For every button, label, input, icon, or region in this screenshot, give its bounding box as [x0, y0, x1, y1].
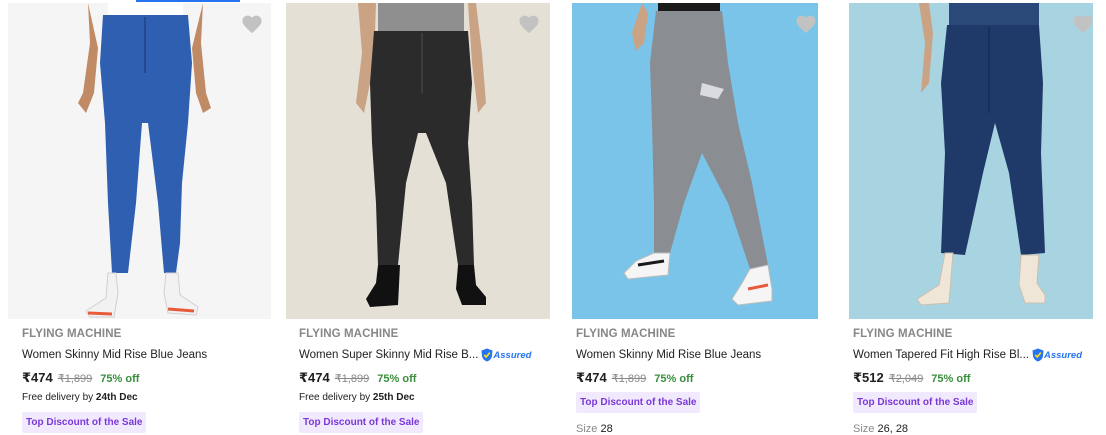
product-image[interactable]: [572, 3, 818, 319]
product-info: FLYING MACHINE Women Skinny Mid Rise Blu…: [576, 328, 831, 435]
product-title-text[interactable]: Women Super Skinny Mid Rise B...: [299, 349, 478, 361]
size-info: Size 28: [576, 423, 831, 435]
delivery-date: 24th Dec: [95, 392, 138, 403]
product-card[interactable]: FLYING MACHINE Women Skinny Mid Rise Blu…: [554, 0, 831, 435]
delivery-prefix: Free delivery by: [299, 392, 373, 403]
price-row: ₹474 ₹1,899 75% off: [299, 370, 554, 388]
selling-price: ₹474: [22, 370, 53, 385]
product-info: FLYING MACHINE Women Skinny Mid Rise Blu…: [22, 328, 277, 433]
brand-name: FLYING MACHINE: [299, 328, 399, 340]
assured-shield-icon: [481, 348, 493, 362]
size-values: 26, 28: [877, 423, 909, 435]
size-info: Size 26, 28: [853, 423, 1106, 435]
size-values: 28: [600, 423, 613, 435]
product-title[interactable]: Women Tapered Fit High Rise Bl... Assure…: [853, 346, 1106, 364]
sale-badge: Top Discount of the Sale: [299, 412, 424, 433]
product-grid: FLYING MACHINE Women Skinny Mid Rise Blu…: [0, 0, 1106, 435]
product-title-text[interactable]: Women Skinny Mid Rise Blue Jeans: [576, 349, 761, 361]
discount-percent: 75% off: [377, 373, 417, 385]
selling-price: ₹512: [853, 370, 884, 385]
product-title-text[interactable]: Women Skinny Mid Rise Blue Jeans: [22, 349, 207, 361]
product-image[interactable]: [286, 3, 550, 319]
delivery-date: 25th Dec: [372, 392, 415, 403]
product-title[interactable]: Women Super Skinny Mid Rise B... Assured: [299, 346, 554, 364]
product-title-text[interactable]: Women Tapered Fit High Rise Bl...: [853, 349, 1029, 361]
product-card[interactable]: FLYING MACHINE Women Tapered Fit High Ri…: [831, 0, 1106, 435]
sale-badge: Top Discount of the Sale: [853, 392, 978, 413]
assured-label: Assured: [1043, 349, 1082, 361]
discount-percent: 75% off: [100, 373, 140, 385]
brand-name: FLYING MACHINE: [853, 328, 953, 340]
size-label: Size: [576, 423, 598, 435]
brand-name: FLYING MACHINE: [576, 328, 676, 340]
delivery-prefix: Free delivery by: [22, 392, 96, 403]
discount-percent: 75% off: [654, 373, 694, 385]
heart-icon[interactable]: [795, 14, 817, 34]
product-title[interactable]: Women Skinny Mid Rise Blue Jeans: [576, 346, 831, 364]
brand-name: FLYING MACHINE: [22, 328, 122, 340]
discount-percent: 75% off: [931, 373, 971, 385]
size-label: Size: [853, 423, 875, 435]
price-row: ₹474 ₹1,899 75% off: [22, 370, 277, 388]
sale-badge: Top Discount of the Sale: [22, 412, 147, 433]
product-title[interactable]: Women Skinny Mid Rise Blue Jeans: [22, 346, 277, 364]
price-row: ₹474 ₹1,899 75% off: [576, 370, 831, 388]
assured-badge: Assured: [1032, 348, 1082, 362]
delivery-info: Free delivery by 24th Dec: [22, 392, 277, 406]
selling-price: ₹474: [576, 370, 607, 385]
sale-badge: Top Discount of the Sale: [576, 392, 701, 413]
product-card[interactable]: FLYING MACHINE Women Skinny Mid Rise Blu…: [0, 0, 277, 433]
assured-badge: Assured: [481, 348, 531, 362]
delivery-info: Free delivery by 25th Dec: [299, 392, 554, 406]
heart-icon[interactable]: [1072, 14, 1094, 34]
original-price: ₹1,899: [611, 373, 647, 385]
selling-price: ₹474: [299, 370, 330, 385]
original-price: ₹1,899: [334, 373, 370, 385]
price-row: ₹512 ₹2,049 75% off: [853, 370, 1106, 388]
original-price: ₹2,049: [888, 373, 924, 385]
product-image[interactable]: [8, 3, 271, 319]
product-image[interactable]: [849, 3, 1093, 319]
heart-icon[interactable]: [518, 14, 540, 34]
product-info: FLYING MACHINE Women Tapered Fit High Ri…: [853, 328, 1106, 435]
assured-label: Assured: [493, 349, 532, 361]
assured-shield-icon: [1032, 348, 1044, 362]
original-price: ₹1,899: [57, 373, 93, 385]
product-info: FLYING MACHINE Women Super Skinny Mid Ri…: [299, 328, 554, 433]
product-card[interactable]: FLYING MACHINE Women Super Skinny Mid Ri…: [277, 0, 554, 433]
heart-icon[interactable]: [241, 14, 263, 34]
